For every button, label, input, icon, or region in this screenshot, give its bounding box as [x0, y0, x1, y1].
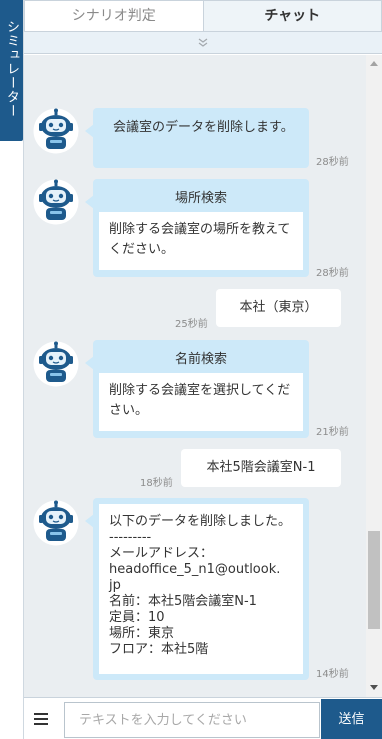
chat-scrollbar[interactable]: [366, 55, 382, 697]
result-line: メールアドレス：: [109, 546, 214, 561]
bot-avatar-icon: [33, 341, 79, 387]
message-timestamp: 21秒前: [316, 427, 349, 438]
result-line: フロア：本社5階: [109, 642, 209, 657]
result-line: ---------: [109, 530, 152, 545]
user-message-bubble: 本社（東京）: [216, 289, 341, 327]
collapse-toggle[interactable]: [24, 32, 382, 54]
bot-card-location-search: 場所検索 削除する会議室の場所を教えてください。: [85, 179, 309, 277]
message-list[interactable]: 会議室のデータを削除します。 28秒前 場所検索 削除する会議室の場所を教えてく…: [24, 55, 382, 697]
send-button[interactable]: 送信: [321, 699, 382, 739]
tab-scenario-judgment[interactable]: シナリオ判定: [24, 0, 204, 31]
card-title: 場所検索: [174, 191, 227, 206]
chat-input-bar: 送信: [24, 697, 382, 739]
card-body: 削除する会議室の場所を教えてください。: [99, 212, 303, 270]
result-line: headoffice_5_n1@outlook.: [109, 562, 281, 577]
bot-avatar-icon: [33, 500, 79, 546]
result-line: 以下のデータを削除しました。: [109, 514, 292, 529]
result-line: jp: [109, 578, 121, 593]
card-title: 名前検索: [174, 352, 227, 367]
message-timestamp: 14秒前: [316, 669, 349, 680]
message-input[interactable]: [64, 702, 320, 738]
chat-panel: シナリオ判定 チャット 会議室のデータを削除します。 28秒前 場所検索 削除す…: [23, 0, 382, 739]
user-message-bubble: 本社5階会議室N-1: [181, 449, 341, 487]
user-message-text: 本社（東京）: [239, 300, 318, 315]
scroll-down-arrow-icon[interactable]: [370, 685, 378, 690]
message-timestamp: 18秒前: [140, 478, 173, 489]
result-line: 定員：10: [109, 610, 165, 625]
bot-avatar-icon: [33, 179, 79, 225]
result-line: 場所：東京: [109, 626, 175, 641]
scroll-up-arrow-icon[interactable]: [370, 61, 378, 66]
tab-bar: シナリオ判定 チャット: [24, 0, 382, 32]
bot-avatar-icon: [33, 108, 79, 154]
scrollbar-thumb[interactable]: [368, 531, 380, 629]
result-card-body: 以下のデータを削除しました。 --------- メールアドレス： headof…: [99, 504, 303, 674]
bot-message-result: 以下のデータを削除しました。 --------- メールアドレス： headof…: [85, 498, 309, 680]
result-line: 名前：本社5階会議室N-1: [109, 594, 257, 609]
bot-message-bubble: 会議室のデータを削除します。: [85, 108, 309, 168]
message-timestamp: 28秒前: [316, 268, 349, 279]
bot-message-text: 会議室のデータを削除します。: [113, 120, 294, 135]
simulator-side-tab[interactable]: シミュレーター: [0, 0, 23, 141]
deleted-data-list: 以下のデータを削除しました。 --------- メールアドレス： headof…: [109, 514, 291, 658]
simulator-tab-label: シミュレーター: [4, 20, 19, 118]
message-timestamp: 28秒前: [316, 157, 349, 168]
message-timestamp: 25秒前: [175, 319, 208, 330]
hamburger-menu-icon[interactable]: [34, 712, 48, 726]
tab-chat[interactable]: チャット: [203, 0, 382, 31]
double-chevron-down-icon: [198, 38, 208, 47]
card-body: 削除する会議室を選択してください。: [99, 373, 303, 431]
user-message-text: 本社5階会議室N-1: [206, 460, 316, 475]
bot-card-name-search: 名前検索 削除する会議室を選択してください。: [85, 340, 309, 438]
